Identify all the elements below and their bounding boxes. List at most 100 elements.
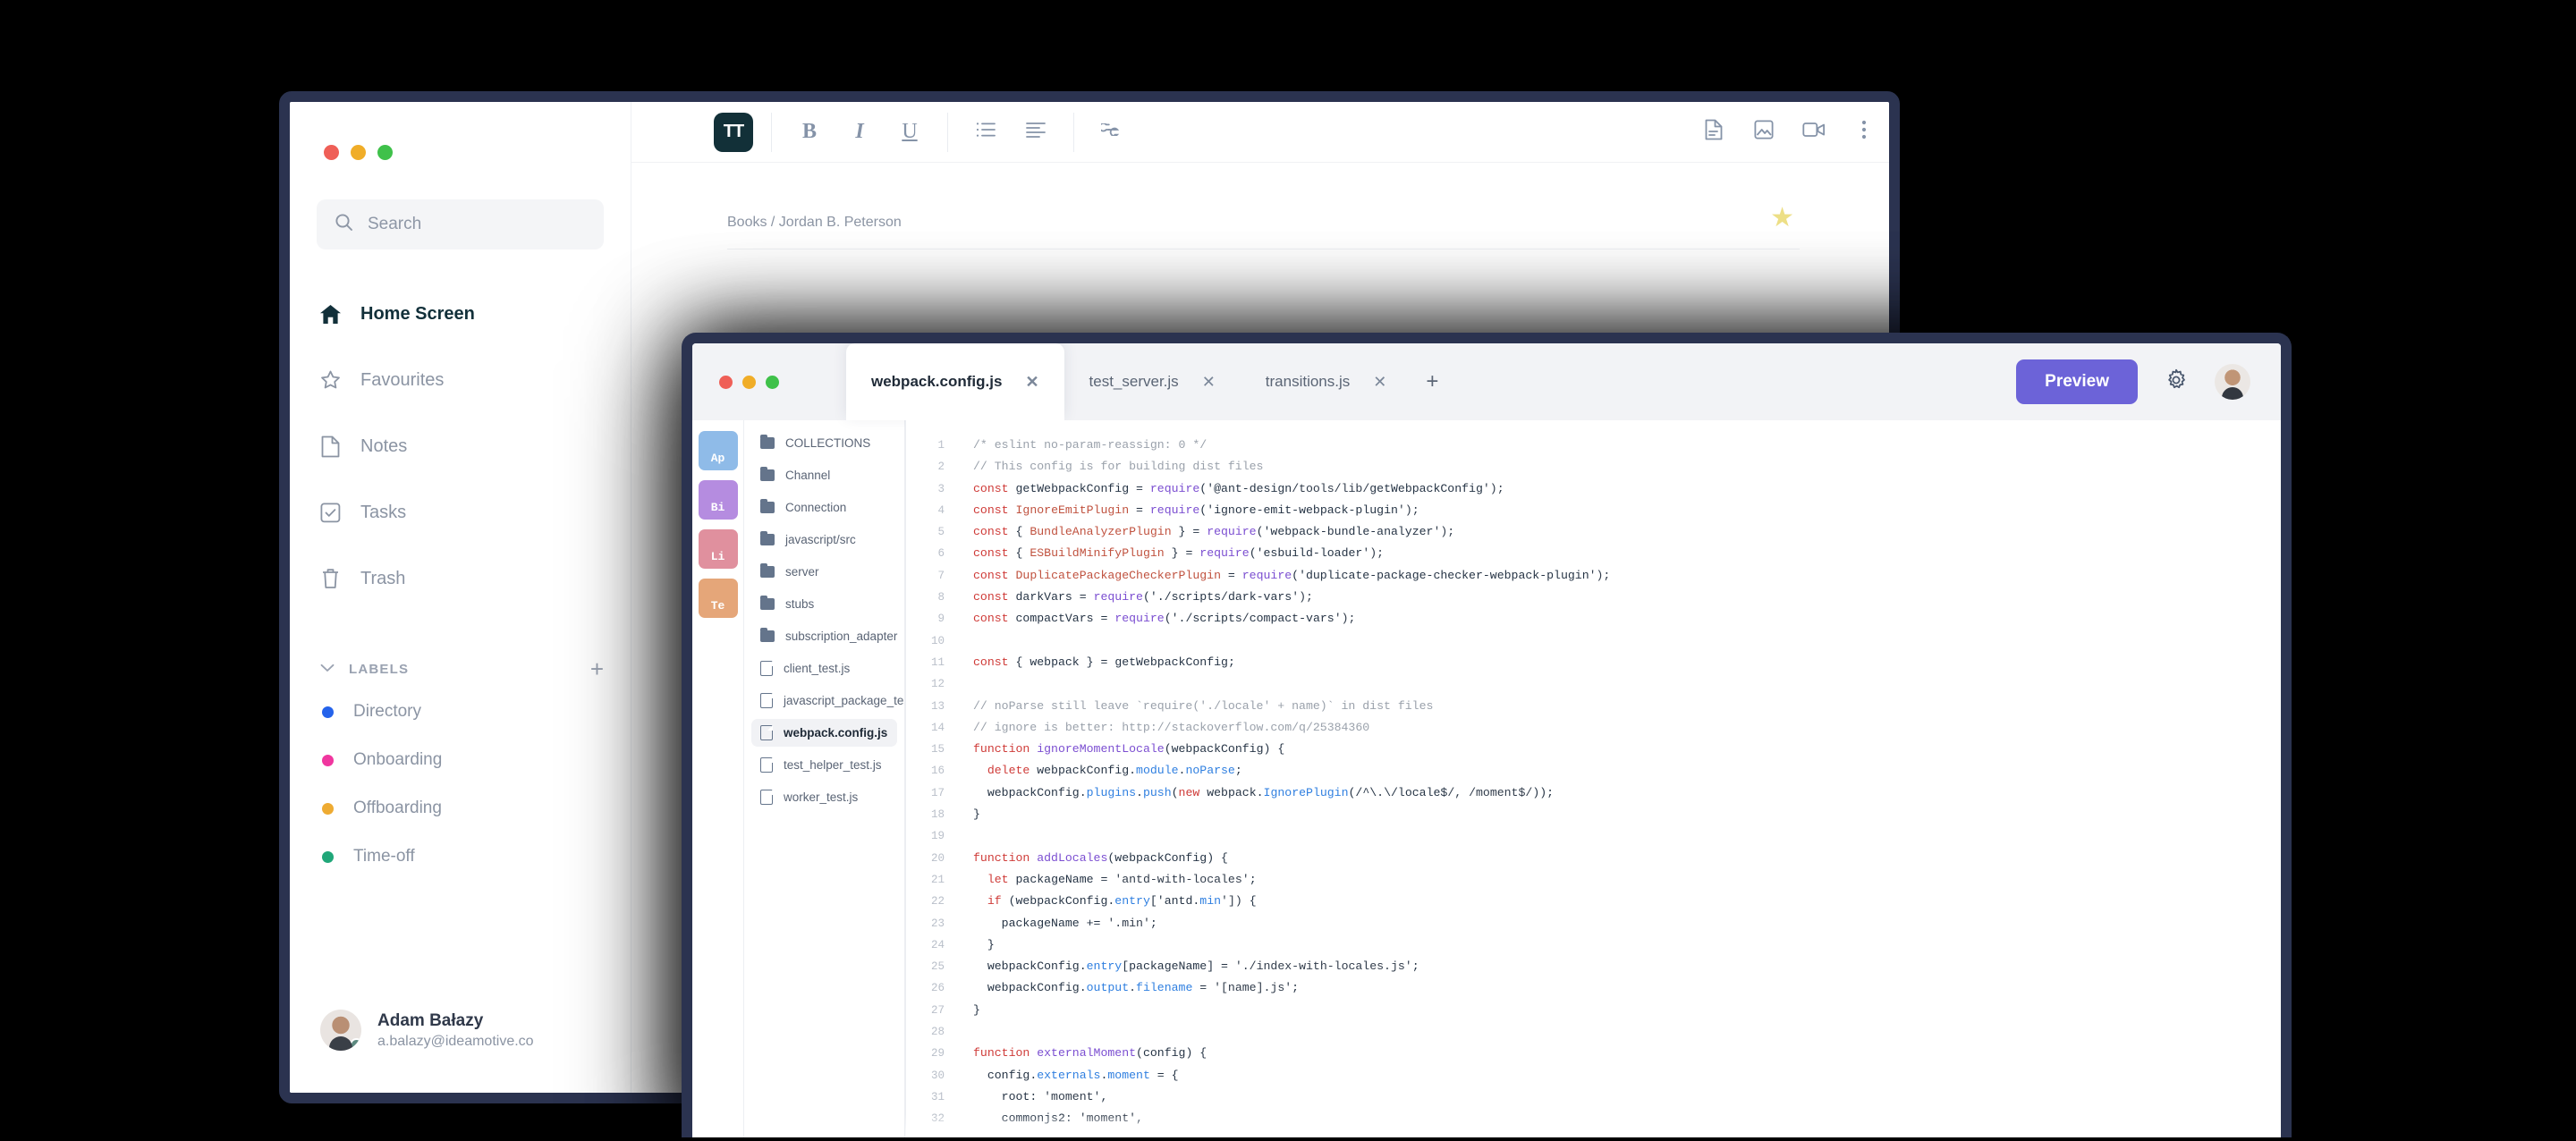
sidebar-item-trash[interactable]: Trash — [290, 555, 631, 602]
file-icon — [760, 661, 773, 676]
sidebar-user-profile[interactable]: Adam Bałazy a.balazy@ideamotive.co — [290, 1010, 631, 1093]
plus-icon[interactable]: + — [590, 657, 604, 680]
minimize-window-button[interactable] — [351, 145, 366, 160]
file-tree-file-client-test-js[interactable]: client_test.js — [751, 655, 897, 682]
maximize-window-button[interactable] — [766, 375, 779, 389]
sidebar-item-tasks[interactable]: Tasks — [290, 489, 631, 536]
file-tree-folder-collections[interactable]: COLLECTIONS — [751, 429, 897, 457]
file-tree-label: stubs — [785, 597, 815, 611]
tab-test-server-js[interactable]: test_server.js ✕ — [1064, 343, 1241, 420]
line-number-gutter: 1 2 3 4 5 6 7 8 9 10 11 12 13 14 15 16 1… — [905, 420, 955, 1137]
file-tree-folder-javascript-src[interactable]: javascript/src — [751, 526, 897, 554]
notes-sidebar: Search Home Screen Favourites Notes Task… — [290, 102, 631, 1093]
file-tree-folder-connection[interactable]: Connection — [751, 494, 897, 521]
window-traffic-lights[interactable] — [290, 102, 631, 160]
text-style-icon: TT — [714, 112, 753, 152]
search-field[interactable]: Search — [317, 199, 604, 249]
tab-webpack-config-js[interactable]: webpack.config.js ✕ — [846, 343, 1064, 420]
attach-document-button[interactable] — [1689, 113, 1739, 152]
avatar[interactable] — [2215, 364, 2250, 400]
star-filled-icon[interactable]: ★ — [1770, 202, 1794, 233]
close-icon[interactable]: ✕ — [1373, 373, 1386, 392]
more-options-button[interactable] — [1839, 113, 1889, 152]
align-left-button[interactable] — [1011, 113, 1061, 152]
star-icon — [318, 369, 342, 391]
insert-image-button[interactable] — [1739, 113, 1789, 152]
file-tree-label: worker_test.js — [784, 790, 859, 804]
link-button[interactable] — [1087, 113, 1137, 152]
file-tree-file-worker-test-js[interactable]: worker_test.js — [751, 783, 897, 811]
video-icon — [1802, 121, 1826, 143]
underline-button[interactable]: U — [885, 113, 935, 152]
label-color-dot — [322, 754, 334, 766]
code-editor-titlebar: webpack.config.js ✕ test_server.js ✕ tra… — [692, 343, 2281, 420]
new-tab-icon[interactable]: + — [1411, 369, 1453, 394]
file-tree-folder-server[interactable]: server — [751, 558, 897, 586]
file-tree-label: client_test.js — [784, 662, 851, 675]
file-tree: COLLECTIONS Channel Connection javascrip… — [744, 420, 905, 1137]
text-style-button[interactable]: TT — [708, 112, 758, 152]
rail-tile-ap[interactable]: Ap — [698, 431, 738, 470]
checkbox-icon — [318, 502, 342, 523]
bold-icon: B — [801, 120, 817, 143]
label-item-label: Onboarding — [353, 750, 443, 769]
code-window-traffic-lights[interactable] — [692, 375, 779, 389]
breadcrumb[interactable]: Books / Jordan B. Peterson — [727, 215, 902, 231]
label-item-onboarding[interactable]: Onboarding — [290, 743, 631, 777]
file-tree-label: test_helper_test.js — [784, 758, 882, 772]
file-tree-label: subscription_adapter — [785, 630, 898, 643]
align-left-icon — [1026, 122, 1046, 142]
avatar[interactable] — [320, 1010, 361, 1052]
sidebar-item-favourites[interactable]: Favourites — [290, 357, 631, 403]
bullet-list-icon — [976, 122, 996, 142]
label-item-directory[interactable]: Directory — [290, 695, 631, 729]
file-tree-folder-channel[interactable]: Channel — [751, 461, 897, 489]
sidebar-item-notes[interactable]: Notes — [290, 423, 631, 469]
file-tree-file-test-helper-test-js[interactable]: test_helper_test.js — [751, 751, 897, 779]
gear-icon[interactable] — [2165, 368, 2188, 396]
project-rail: Ap Bi Li Te — [692, 420, 744, 1137]
rail-tile-bi[interactable]: Bi — [698, 480, 738, 520]
rail-tile-te[interactable]: Te — [698, 579, 738, 618]
home-icon — [318, 304, 342, 325]
toolbar-divider — [947, 112, 948, 152]
folder-icon — [760, 596, 775, 610]
file-tree-file-javascript-package-test-js[interactable]: javascript_package_test.js — [751, 687, 904, 714]
file-tree-label: Channel — [785, 469, 831, 482]
rail-tile-li[interactable]: Li — [698, 529, 738, 569]
close-icon[interactable]: ✕ — [1025, 373, 1038, 392]
folder-icon — [760, 628, 775, 642]
label-item-offboarding[interactable]: Offboarding — [290, 791, 631, 825]
code-pane[interactable]: 1 2 3 4 5 6 7 8 9 10 11 12 13 14 15 16 1… — [905, 420, 2281, 1137]
file-icon — [760, 757, 773, 773]
maximize-window-button[interactable] — [377, 145, 393, 160]
user-email: a.balazy@ideamotive.co — [377, 1034, 534, 1050]
labels-section-header[interactable]: LABELS + — [290, 634, 631, 680]
file-icon — [760, 725, 773, 740]
user-name: Adam Bałazy — [377, 1010, 484, 1030]
folder-icon — [760, 563, 775, 578]
preview-button[interactable]: Preview — [2016, 359, 2138, 404]
bold-button[interactable]: B — [784, 113, 835, 152]
chevron-down-icon[interactable] — [320, 661, 335, 677]
label-item-label: Offboarding — [353, 799, 442, 817]
label-item-time-off[interactable]: Time-off — [290, 840, 631, 874]
file-tree-folder-stubs[interactable]: stubs — [751, 590, 897, 618]
close-window-button[interactable] — [719, 375, 733, 389]
file-tree-label: server — [785, 565, 819, 579]
insert-video-button[interactable] — [1789, 113, 1839, 152]
sidebar-item-label: Trash — [360, 568, 406, 588]
file-tree-folder-subscription-adapter[interactable]: subscription_adapter — [751, 622, 897, 650]
sidebar-item-home-screen[interactable]: Home Screen — [290, 291, 631, 337]
tab-transitions-js[interactable]: transitions.js ✕ — [1241, 343, 1412, 420]
minimize-window-button[interactable] — [742, 375, 756, 389]
close-window-button[interactable] — [324, 145, 339, 160]
code-content[interactable]: /* eslint no-param-reassign: 0 */ // Thi… — [955, 420, 2281, 1137]
italic-button[interactable]: I — [835, 113, 885, 152]
link-icon — [1098, 123, 1123, 140]
bullet-list-button[interactable] — [961, 113, 1011, 152]
file-tree-file-webpack-config-js[interactable]: webpack.config.js — [751, 719, 897, 747]
close-icon[interactable]: ✕ — [1202, 373, 1216, 392]
code-editor-window: webpack.config.js ✕ test_server.js ✕ tra… — [682, 333, 2292, 1137]
file-tree-label: javascript/src — [785, 533, 856, 546]
